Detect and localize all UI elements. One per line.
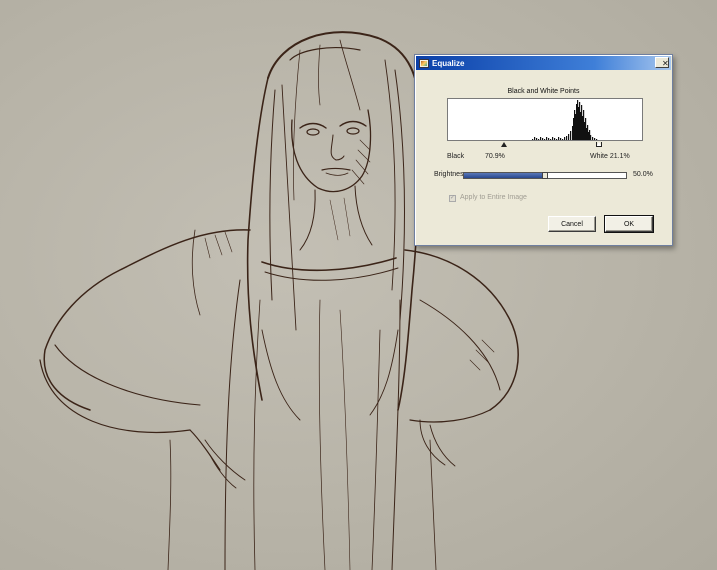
equalize-app-icon	[419, 58, 429, 68]
histogram-bar	[536, 138, 538, 140]
apply-entire-image-label: Apply to Entire Image	[460, 194, 527, 201]
histogram-bar	[540, 137, 542, 140]
histogram-graph	[532, 100, 598, 140]
histogram-bar	[560, 138, 562, 140]
histogram-title: Black and White Points	[507, 88, 580, 95]
histogram-bar	[568, 134, 570, 140]
histogram-panel	[447, 98, 643, 141]
brightness-value: 50.0%	[633, 171, 653, 178]
histogram-bar	[594, 138, 596, 140]
histogram-bar	[546, 137, 548, 140]
histogram-bar	[564, 137, 566, 140]
brightness-slider[interactable]	[463, 172, 627, 179]
dialog-titlebar[interactable]: Equalize ✕	[416, 56, 671, 70]
histogram-bar	[590, 135, 592, 140]
ok-button[interactable]: OK	[604, 215, 654, 233]
histogram-bar	[570, 131, 572, 140]
histogram-bar	[592, 137, 594, 140]
white-point-marker[interactable]	[596, 142, 602, 147]
histogram-bar	[550, 139, 552, 140]
histogram-bar	[596, 139, 598, 140]
brightness-slider-thumb[interactable]	[542, 172, 548, 179]
brightness-slider-fill	[464, 173, 545, 178]
histogram-bar	[542, 138, 544, 140]
apply-entire-image-checkbox[interactable]: ✓	[449, 195, 456, 202]
histogram-bar	[532, 139, 534, 140]
close-icon[interactable]: ✕	[655, 57, 669, 68]
histogram-bar	[548, 138, 550, 140]
histogram-bar	[566, 136, 568, 140]
histogram-bar	[558, 137, 560, 140]
equalize-dialog: Equalize ✕ Black and White Points Black …	[414, 54, 673, 246]
histogram-bar	[554, 138, 556, 140]
histogram-bar	[544, 139, 546, 140]
histogram-bar	[538, 139, 540, 140]
dialog-title: Equalize	[432, 58, 465, 68]
histogram-bar	[556, 139, 558, 140]
black-value: 70.9%	[485, 153, 505, 160]
histogram-bar	[552, 137, 554, 140]
white-label: White 21.1%	[590, 153, 630, 160]
black-label: Black	[447, 153, 465, 160]
histogram-bar	[562, 139, 564, 140]
cancel-button[interactable]: Cancel	[548, 216, 596, 232]
histogram-bar	[534, 137, 536, 140]
black-point-marker[interactable]	[501, 142, 507, 147]
